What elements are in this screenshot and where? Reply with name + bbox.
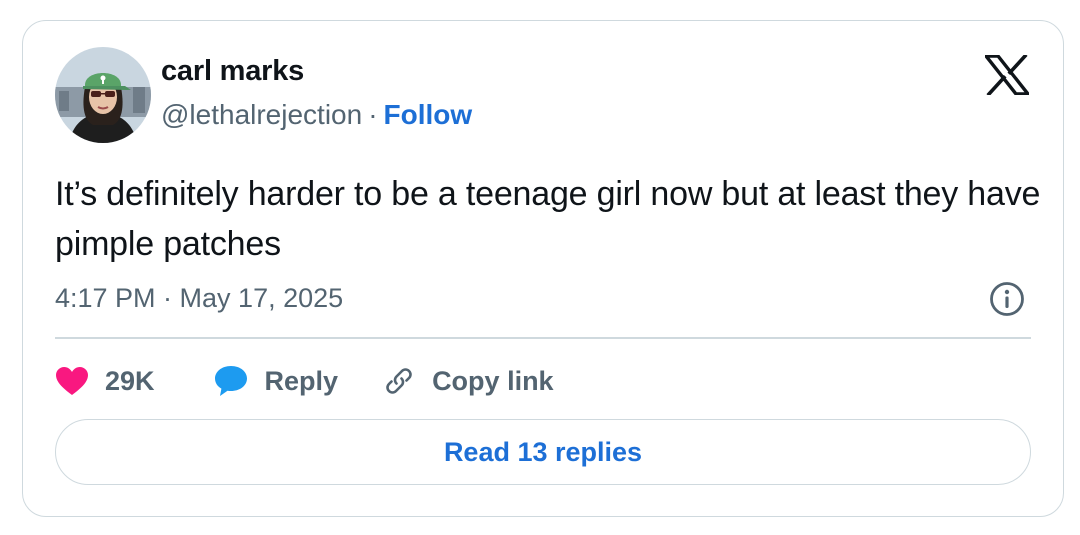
author-handle[interactable]: @lethalrejection — [161, 99, 362, 130]
reply-label: Reply — [264, 365, 339, 396]
tweet-text: It’s definitely harder to be a teenage g… — [55, 175, 1041, 263]
divider — [55, 337, 1031, 339]
handle-separator: · — [368, 99, 378, 130]
author-handle-row: @lethalrejection · Follow — [161, 99, 472, 131]
follow-link[interactable]: Follow — [384, 99, 473, 130]
x-logo-icon[interactable] — [982, 53, 1032, 97]
copy-link-label: Copy link — [432, 365, 554, 396]
read-replies-button[interactable]: Read 13 replies — [55, 419, 1031, 485]
like-count: 29K — [105, 365, 155, 396]
heart-icon — [55, 366, 89, 396]
link-icon — [382, 364, 416, 398]
reply-button[interactable]: Reply — [213, 364, 339, 398]
author-name[interactable]: carl marks — [161, 55, 304, 88]
reply-bubble-icon — [213, 364, 249, 398]
action-bar: 29K Reply Copy link — [55, 361, 554, 401]
info-icon[interactable] — [989, 281, 1025, 317]
avatar[interactable] — [55, 47, 151, 143]
tweet-card: carl marks @lethalrejection · Follow It’s … — [22, 20, 1064, 517]
tweet-timestamp[interactable]: 4:17 PM · May 17, 2025 — [55, 283, 343, 314]
like-button[interactable]: 29K — [55, 366, 155, 397]
copy-link-button[interactable]: Copy link — [382, 364, 554, 398]
